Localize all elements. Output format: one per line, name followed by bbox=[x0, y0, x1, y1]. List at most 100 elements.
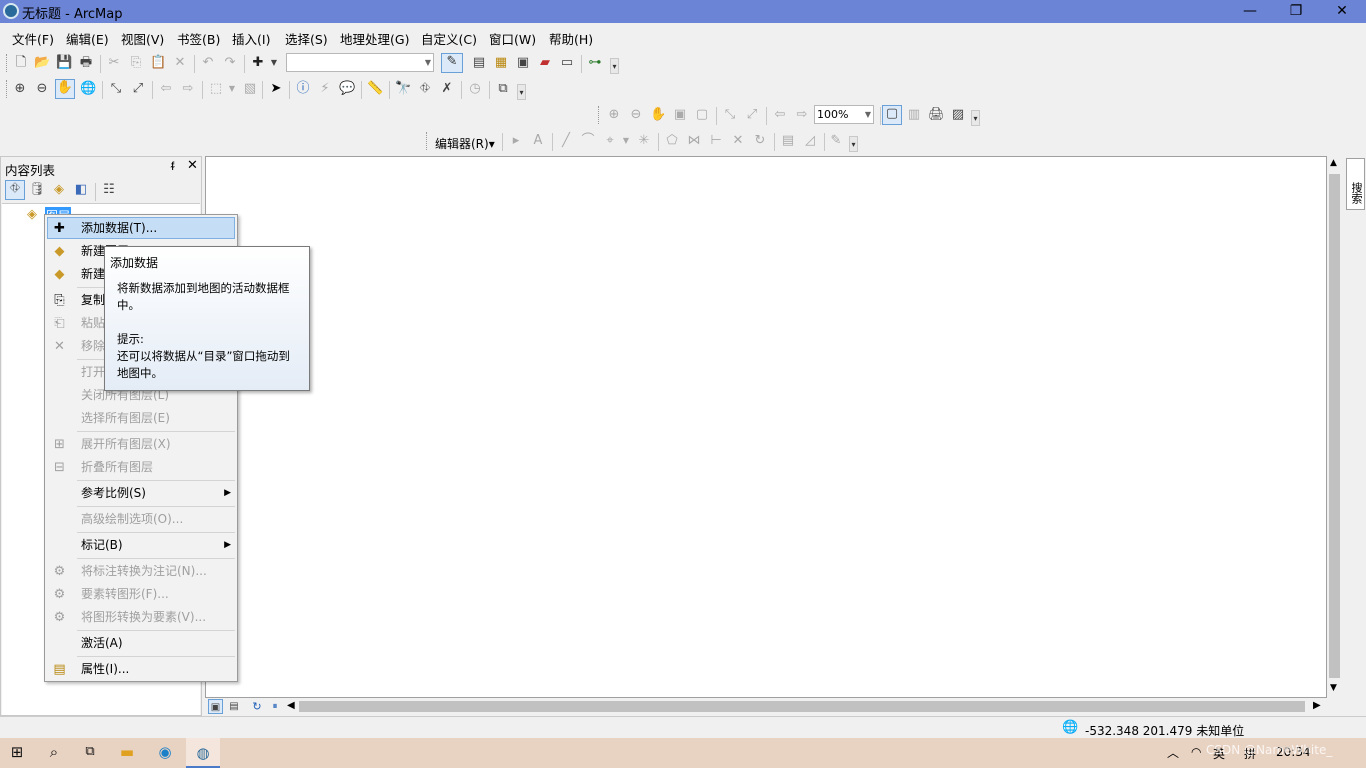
list-by-source-icon[interactable]: 🛢 bbox=[29, 182, 46, 198]
task-view-icon[interactable]: ⧉ bbox=[82, 744, 98, 760]
toolbar-grip[interactable] bbox=[6, 80, 9, 98]
point-icon[interactable]: ✳ bbox=[636, 133, 652, 149]
create-viewer-window-icon[interactable]: ⧉ bbox=[495, 81, 511, 97]
html-popup-icon[interactable]: 💬 bbox=[339, 81, 355, 97]
menu-item-labeling[interactable]: 标记(B) ▶ bbox=[45, 534, 237, 557]
menu-item-advanced-drawing-options[interactable]: 高级绘制选项(O)... bbox=[45, 508, 237, 531]
menu-bookmarks[interactable]: 书签(B) bbox=[177, 29, 220, 48]
zoom-out-icon[interactable]: ⊖ bbox=[34, 81, 50, 97]
arcmap-taskbar-button[interactable]: ◍ bbox=[186, 738, 220, 768]
undo-icon[interactable]: ↶ bbox=[200, 55, 216, 71]
list-by-visibility-icon[interactable]: ◈ bbox=[51, 182, 67, 198]
attributes-icon[interactable]: ▤ bbox=[780, 133, 796, 149]
edit-annotation-icon[interactable]: A bbox=[530, 133, 546, 149]
editor-menu-button[interactable]: 编辑器(R)▾ bbox=[435, 135, 495, 152]
toolbar-grip[interactable] bbox=[6, 54, 9, 72]
forward-extent-icon[interactable]: ⇨ bbox=[180, 81, 196, 97]
map-scale-combo[interactable]: ▼ bbox=[286, 53, 434, 72]
menu-item-reference-scale[interactable]: 参考比例(S) ▶ bbox=[45, 482, 237, 505]
edit-vertices-icon[interactable]: ⬠ bbox=[664, 133, 680, 149]
copy-icon[interactable]: ⎘ bbox=[128, 55, 144, 71]
toolbar-options-chevron-icon[interactable]: ▾ bbox=[849, 136, 858, 152]
add-data-icon[interactable]: ✚ bbox=[250, 55, 266, 71]
arctoolbox-icon[interactable]: ▰ bbox=[537, 55, 553, 71]
menu-help[interactable]: 帮助(H) bbox=[549, 29, 593, 48]
menu-item-expand-all-layers[interactable]: ⊞ 展开所有图层(X) bbox=[45, 433, 237, 456]
cut-polygons-icon[interactable]: ⊢ bbox=[708, 133, 724, 149]
straight-segment-icon[interactable]: ╱ bbox=[558, 133, 574, 149]
horizontal-scroll-thumb[interactable] bbox=[299, 701, 1305, 712]
menu-item-add-data[interactable]: ✚ 添加数据(T)... bbox=[45, 217, 237, 240]
python-window-icon[interactable]: ▭ bbox=[559, 55, 575, 71]
select-dropdown-icon[interactable]: ▼ bbox=[224, 81, 240, 97]
go-to-xy-icon[interactable]: ✗ bbox=[439, 81, 455, 97]
data-driven-pages-icon[interactable]: ▨ bbox=[950, 107, 966, 123]
list-by-drawing-order-icon[interactable]: ⛗ bbox=[5, 180, 25, 200]
restore-button[interactable]: ❐ bbox=[1273, 0, 1319, 23]
fixed-zoom-out-icon[interactable]: ⤢ bbox=[130, 81, 146, 97]
windows-start-icon[interactable]: ⊞ bbox=[9, 744, 25, 760]
fixed-zoom-in-icon[interactable]: ⤡ bbox=[108, 81, 124, 97]
layout-zoom-out-icon[interactable]: ⊖ bbox=[628, 107, 644, 123]
zoom-percent-combo[interactable]: 100% ▼ bbox=[814, 105, 874, 124]
menu-geoprocessing[interactable]: 地理处理(G) bbox=[340, 29, 409, 48]
fixed-zoom-out-layout-icon[interactable]: ⤢ bbox=[744, 107, 760, 123]
edit-tool-icon[interactable]: ▸ bbox=[508, 133, 524, 149]
clear-selection-icon[interactable]: ▧ bbox=[242, 81, 258, 97]
pin-icon[interactable]: ᵮ bbox=[171, 159, 174, 173]
close-button[interactable]: ✕ bbox=[1319, 0, 1365, 23]
menu-item-convert-labels-to-annotation[interactable]: ⚙ 将标注转换为注记(N)... bbox=[45, 560, 237, 583]
end-point-arc-icon[interactable]: ⌒ bbox=[580, 133, 596, 149]
toolbar-options-chevron-icon[interactable]: ▾ bbox=[517, 84, 526, 100]
fixed-zoom-in-layout-icon[interactable]: ⤡ bbox=[722, 107, 738, 123]
select-elements-icon[interactable]: ➤ bbox=[268, 81, 284, 97]
new-document-icon[interactable]: 🗋 bbox=[13, 55, 29, 71]
list-by-selection-icon[interactable]: ◧ bbox=[73, 182, 89, 198]
toggle-draft-mode-icon[interactable]: ▢ bbox=[882, 105, 902, 125]
map-display-area[interactable] bbox=[205, 156, 1327, 698]
zoom-in-icon[interactable]: ⊕ bbox=[12, 81, 28, 97]
menu-customize[interactable]: 自定义(C) bbox=[421, 29, 477, 48]
trace-icon[interactable]: ⌖ bbox=[602, 133, 618, 149]
menu-item-activate[interactable]: 激活(A) bbox=[45, 632, 237, 655]
sketch-properties-icon[interactable]: ◿ bbox=[802, 133, 818, 149]
focus-data-frame-icon[interactable]: ▥ bbox=[906, 107, 922, 123]
menu-item-convert-graphics-to-features[interactable]: ⚙ 将图形转换为要素(V)... bbox=[45, 606, 237, 629]
reshape-icon[interactable]: ⋈ bbox=[686, 133, 702, 149]
search-icon[interactable]: ⌕ bbox=[46, 744, 62, 760]
catalog-icon[interactable]: ▦ bbox=[493, 55, 509, 71]
pan-icon[interactable]: ✋ bbox=[55, 79, 75, 99]
print-icon[interactable]: 🖶 bbox=[78, 55, 94, 71]
rotate-icon[interactable]: ↻ bbox=[752, 133, 768, 149]
menu-item-convert-features-to-graphics[interactable]: ⚙ 要素转图形(F)... bbox=[45, 583, 237, 606]
back-layout-icon[interactable]: ⇦ bbox=[772, 107, 788, 123]
scroll-left-icon[interactable]: ◀ bbox=[287, 700, 295, 711]
toolbar-options-chevron-icon[interactable]: ▾ bbox=[610, 58, 619, 74]
full-extent-icon[interactable]: 🌐 bbox=[80, 81, 96, 97]
zoom-whole-page-icon[interactable]: ▣ bbox=[672, 107, 688, 123]
time-slider-icon[interactable]: ◷ bbox=[467, 81, 483, 97]
toolbar-grip[interactable] bbox=[598, 106, 601, 124]
paste-icon[interactable]: 📋 bbox=[150, 55, 166, 71]
menu-item-collapse-all-layers[interactable]: ⊟ 折叠所有图层 bbox=[45, 456, 237, 479]
forward-layout-icon[interactable]: ⇨ bbox=[794, 107, 810, 123]
wifi-icon[interactable]: ◠ bbox=[1191, 745, 1201, 759]
edge-browser-icon[interactable]: ◉ bbox=[157, 744, 173, 760]
open-folder-icon[interactable]: 📂 bbox=[34, 55, 50, 71]
tray-chevron-icon[interactable]: ︿ bbox=[1167, 744, 1179, 761]
minimize-button[interactable]: — bbox=[1227, 0, 1273, 23]
identify-icon[interactable]: ⓘ bbox=[295, 81, 311, 97]
layout-view-icon[interactable]: ▤ bbox=[226, 699, 242, 715]
horizontal-scrollbar[interactable]: ▣ ▤ ↻ ⏸ ◀ ▶ bbox=[205, 698, 1342, 715]
search-side-tab[interactable]: 搜索 bbox=[1346, 158, 1365, 210]
search-window-icon[interactable]: ▣ bbox=[515, 55, 531, 71]
scroll-up-icon[interactable]: ▲ bbox=[1330, 158, 1337, 168]
refresh-view-icon[interactable]: ↻ bbox=[249, 699, 265, 715]
toc-close-icon[interactable]: ✕ bbox=[187, 158, 198, 173]
menu-window[interactable]: 窗口(W) bbox=[489, 29, 536, 48]
save-icon[interactable]: 💾 bbox=[56, 55, 72, 71]
vertical-scroll-thumb[interactable] bbox=[1329, 174, 1340, 678]
file-explorer-icon[interactable]: ▬ bbox=[119, 744, 135, 760]
scroll-down-icon[interactable]: ▼ bbox=[1330, 683, 1337, 693]
toolbar-options-chevron-icon[interactable]: ▾ bbox=[971, 110, 980, 126]
